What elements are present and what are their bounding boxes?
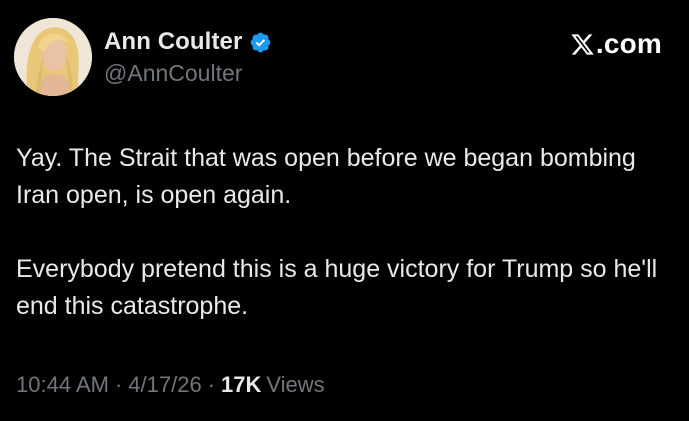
tweet-paragraph-1: Yay. The Strait that was open before we … <box>16 144 636 209</box>
tweet-card: Ann Coulter @AnnCoulter .com Yay. The St… <box>0 0 689 421</box>
tweet-paragraph-2: Everybody pretend this is a huge victory… <box>16 255 658 320</box>
tweet-date[interactable]: 4/17/26 <box>128 372 201 398</box>
views-count[interactable]: 17K <box>221 372 261 398</box>
x-logo-icon <box>570 32 595 57</box>
handle[interactable]: @AnnCoulter <box>104 60 272 87</box>
verified-badge-icon[interactable] <box>249 31 272 54</box>
avatar[interactable] <box>14 18 92 96</box>
avatar-image <box>14 18 92 96</box>
author-block: Ann Coulter @AnnCoulter <box>104 26 272 87</box>
name-row: Ann Coulter <box>104 26 272 58</box>
brand-domain: .com <box>595 28 662 59</box>
meta-separator: · <box>207 372 216 397</box>
tweet-meta: 10:44 AM · 4/17/26 · 17K Views <box>16 372 325 398</box>
brand-watermark: .com <box>570 28 662 60</box>
display-name[interactable]: Ann Coulter <box>104 28 242 56</box>
tweet-time[interactable]: 10:44 AM <box>16 372 109 398</box>
tweet-text: Yay. The Strait that was open before we … <box>16 140 676 325</box>
meta-separator: · <box>114 372 123 397</box>
views-label[interactable]: Views <box>266 372 324 398</box>
